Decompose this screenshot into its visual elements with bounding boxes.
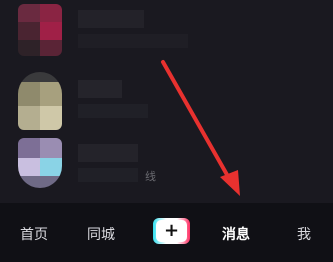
create-button[interactable]: + bbox=[153, 218, 190, 244]
tab-me[interactable]: 我 bbox=[297, 224, 311, 244]
tab-messages[interactable]: 消息 bbox=[222, 224, 250, 244]
arrow-head bbox=[220, 170, 240, 196]
arrow-shaft bbox=[161, 60, 232, 182]
screen: 线 首页 同城 + 消息 我 bbox=[0, 0, 333, 262]
tab-nearby[interactable]: 同城 bbox=[87, 224, 115, 244]
tab-home[interactable]: 首页 bbox=[20, 224, 48, 244]
plus-icon: + bbox=[156, 220, 187, 242]
